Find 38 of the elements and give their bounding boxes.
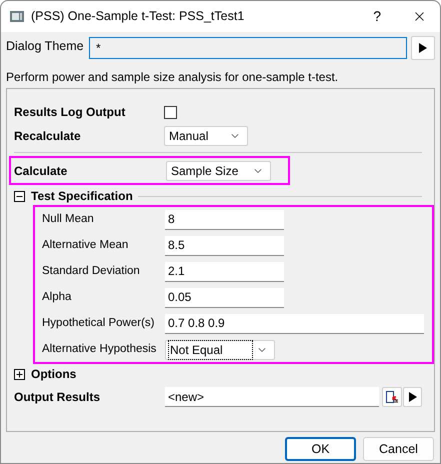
input-field[interactable]: 8.5 [165,236,284,256]
theme-menu-button[interactable] [411,36,435,60]
input-field[interactable]: 8 [165,210,284,230]
app-icon [10,11,24,22]
input-field[interactable]: 2.1 [165,262,284,282]
output-field[interactable]: <new> [165,387,379,407]
description: Perform power and sample size analysis for one-sample t-test. [5,69,340,84]
field-label: Results Log Output [14,104,126,121]
field-label: Hypothetical Power(s) [42,316,156,331]
theme-field[interactable]: * [89,37,407,59]
dropdown[interactable]: Sample Size [166,160,271,180]
field-label: Output Results [14,389,101,406]
dialog-button[interactable]: OK [285,437,356,461]
window-title: (PSS) One-Sample t-Test: PSS_tTest1 [31,8,244,26]
help-button[interactable]: ? [373,6,381,27]
field-label: Alternative Hypothesis [42,342,158,357]
dropdown[interactable]: Not Equal [165,340,275,360]
output-menu-button[interactable] [403,387,422,407]
field-label: Dialog Theme [6,38,85,55]
play-icon [408,392,416,402]
field-label: Alpha [42,290,72,305]
dropdown[interactable]: Manual [164,126,248,146]
field-label: Recalculate [14,128,82,145]
field-label: Standard Deviation [42,264,141,279]
dialog-button[interactable]: Cancel [363,437,434,461]
input-field[interactable]: 0.7 0.8 0.9 [165,314,424,334]
field-label: Alternative Mean [42,238,130,253]
section-title: Test Specification [31,188,133,205]
field-label: Null Mean [42,212,95,227]
input-field[interactable]: 0.05 [165,288,284,308]
play-icon [419,43,427,53]
expand-icon[interactable] [14,368,25,380]
section-title: Options [31,366,76,383]
sheet-icon [386,391,398,403]
collapse-icon[interactable] [14,190,25,202]
field-label: Calculate [14,162,68,180]
checkbox[interactable] [164,106,177,118]
select-range-button[interactable] [382,387,402,407]
